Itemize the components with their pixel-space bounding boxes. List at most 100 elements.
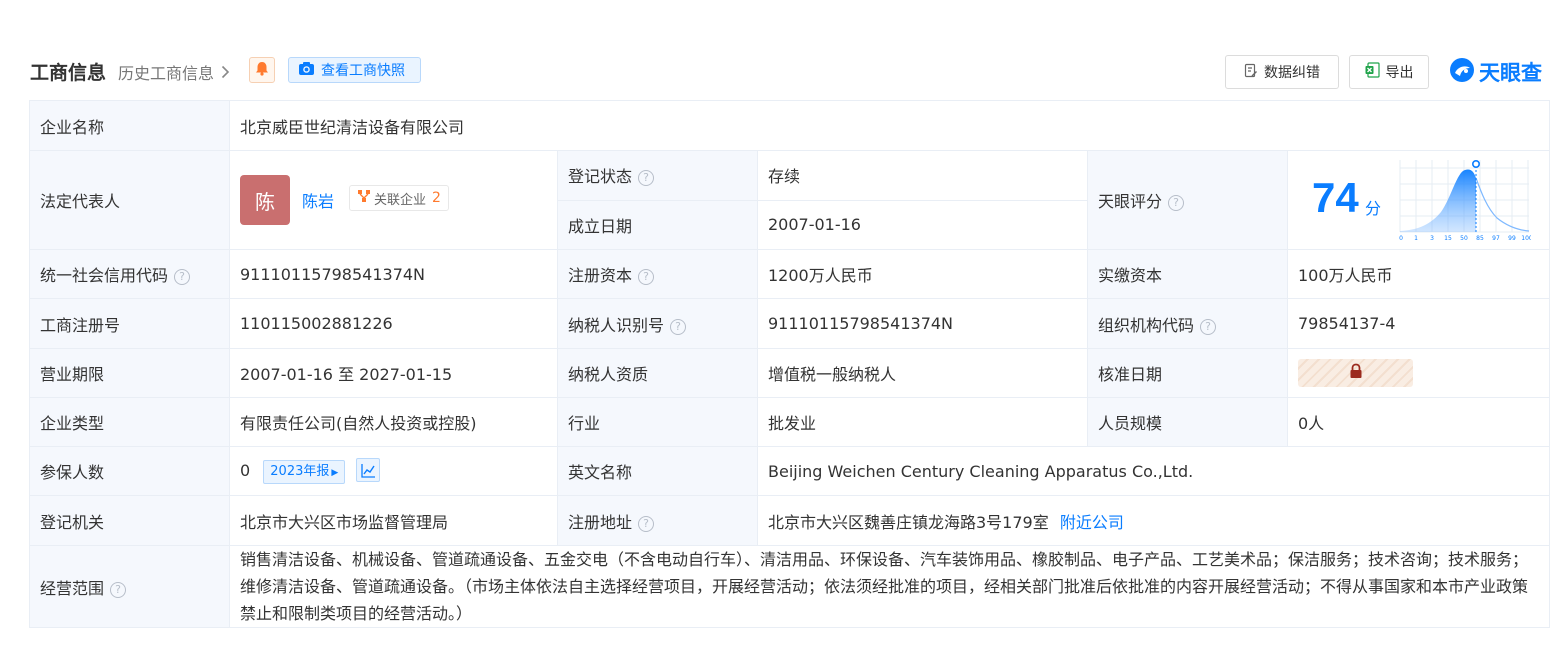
axis-tick: 15 <box>1444 235 1452 242</box>
data-correct-label: 数据纠错 <box>1264 65 1320 81</box>
help-icon[interactable]: ? <box>638 269 655 285</box>
table-row: 参保人数 0 2023年报 ▶ 英文名称 Beijing Weichen Cent… <box>29 446 1551 496</box>
score-distribution-chart: 0 1 3 15 50 85 97 99 100 <box>1399 159 1531 242</box>
export-button[interactable]: 导出 <box>1349 55 1429 89</box>
insured-value: 0 <box>240 461 251 480</box>
term-value: 2007-01-16 至 2027-01-15 <box>229 348 558 398</box>
scope-label: 经营范围? <box>29 545 230 628</box>
caret-right-icon: ▶ <box>331 468 339 478</box>
history-link-label: 历史工商信息 <box>118 64 215 83</box>
insured-label: 参保人数 <box>29 446 230 496</box>
industry-label: 行业 <box>557 397 758 447</box>
taxpayer-id-value: 91110115798541374N <box>757 298 1088 349</box>
legal-rep-cell: 陈 陈岩 关联企业 2 <box>229 150 558 250</box>
found-date-value: 2007-01-16 <box>757 199 1088 250</box>
address-label: 注册地址? <box>557 495 758 546</box>
table-row: 工商注册号 110115002881226 纳税人识别号? 9111011579… <box>29 298 1551 349</box>
score-value: 74 <box>1312 174 1359 221</box>
follow-bell-button[interactable] <box>249 57 275 83</box>
axis-tick: 50 <box>1460 235 1468 242</box>
staff-label: 人员规模 <box>1087 397 1288 447</box>
org-code-label-text: 组织机构代码 <box>1098 315 1195 335</box>
company-name-value: 北京威臣世纪清洁设备有限公司 <box>228 100 1551 151</box>
nearby-companies-link[interactable]: 附近公司 <box>1060 513 1124 532</box>
industry-value: 批发业 <box>757 397 1088 447</box>
section-header: 工商信息 历史工商信息 查看工商快照 数据纠错 导出 天眼查 <box>0 0 1551 100</box>
help-icon[interactable]: ? <box>110 581 127 598</box>
annual-report-label: 2023年报 <box>270 464 330 479</box>
related-count: 2 <box>432 190 441 206</box>
camera-icon <box>298 61 315 80</box>
staff-value: 0人 <box>1286 397 1551 447</box>
help-icon[interactable]: ? <box>638 515 655 532</box>
network-icon <box>357 189 371 207</box>
table-row: 统一社会信用代码? 91110115798541374N 注册资本? 1200万… <box>29 249 1551 299</box>
status-value: 存续 <box>757 150 1088 201</box>
help-icon[interactable]: ? <box>638 170 655 187</box>
type-value: 有限责任公司(自然人投资或控股) <box>229 397 558 447</box>
scope-value: 销售清洁设备、机械设备、管道疏通设备、五金交电（不含电动自行车）、清洁用品、环保… <box>228 545 1551 628</box>
table-row: 企业类型 有限责任公司(自然人投资或控股) 行业 批发业 人员规模 0人 <box>29 397 1551 447</box>
trend-chart-button[interactable] <box>356 458 381 482</box>
axis-tick: 85 <box>1476 235 1484 242</box>
taxpayer-id-label: 纳税人识别号? <box>557 298 758 349</box>
credit-code-label-text: 统一社会信用代码 <box>40 266 169 285</box>
address-value: 北京市大兴区魏善庄镇龙海路3号179室 <box>768 512 1049 532</box>
locked-value[interactable] <box>1298 359 1413 387</box>
found-date-label: 成立日期 <box>557 199 758 250</box>
reg-no-label: 工商注册号 <box>29 298 230 349</box>
taxpayer-id-label-text: 纳税人识别号 <box>568 315 665 335</box>
authority-value: 北京市大兴区市场监督管理局 <box>229 495 558 546</box>
help-icon[interactable]: ? <box>1200 318 1217 335</box>
org-code-label: 组织机构代码? <box>1087 298 1288 349</box>
data-correct-button[interactable]: 数据纠错 <box>1225 55 1339 89</box>
axis-tick: 1 <box>1414 235 1418 242</box>
reg-capital-value: 1200万人民币 <box>757 249 1088 299</box>
section-title: 工商信息 <box>30 62 107 84</box>
edit-doc-icon <box>1244 63 1258 82</box>
snapshot-label: 查看工商快照 <box>321 63 405 79</box>
axis-tick: 100 <box>1521 235 1531 242</box>
address-label-text: 注册地址 <box>568 512 633 532</box>
table-row: 经营范围? 销售清洁设备、机械设备、管道疏通设备、五金交电（不含电动自行车）、清… <box>29 545 1551 628</box>
reg-capital-label: 注册资本? <box>557 249 758 299</box>
snapshot-button[interactable]: 查看工商快照 <box>288 57 421 83</box>
english-name-label: 英文名称 <box>557 446 758 496</box>
logo-mark-icon <box>1449 57 1475 88</box>
reg-no-value: 110115002881226 <box>229 298 558 349</box>
paid-capital-label: 实缴资本 <box>1087 249 1288 299</box>
address-cell: 北京市大兴区魏善庄镇龙海路3号179室 附近公司 <box>756 495 1551 546</box>
excel-icon <box>1365 62 1380 82</box>
axis-tick: 97 <box>1492 235 1500 242</box>
english-name-value: Beijing Weichen Century Cleaning Apparat… <box>756 446 1551 496</box>
company-name-label: 企业名称 <box>29 100 230 151</box>
help-icon[interactable]: ? <box>1168 195 1185 211</box>
logo-text: 天眼查 <box>1479 61 1542 85</box>
chevron-right-icon <box>221 64 230 83</box>
avatar[interactable]: 陈 <box>240 175 290 225</box>
score-label: 天眼评分? <box>1087 150 1288 250</box>
scope-label-text: 经营范围 <box>40 578 105 598</box>
score-unit: 分 <box>1365 199 1382 218</box>
reg-capital-label-text: 注册资本 <box>568 266 633 285</box>
legal-rep-name[interactable]: 陈岩 <box>302 188 334 212</box>
table-row: 法定代表人 陈 陈岩 关联企业 2 登记状态? 存续 天眼评分? 74 分 0 … <box>29 150 1551 250</box>
score-cell[interactable]: 74 分 0 1 3 15 50 85 97 99 100 <box>1286 150 1551 250</box>
history-link[interactable]: 历史工商信息 <box>118 60 230 84</box>
help-icon[interactable]: ? <box>174 269 191 285</box>
credit-code-label: 统一社会信用代码? <box>29 249 230 299</box>
taxpayer-qual-value: 增值税一般纳税人 <box>757 348 1088 398</box>
taxpayer-qual-label: 纳税人资质 <box>557 348 758 398</box>
annual-report-button[interactable]: 2023年报 ▶ <box>263 460 346 484</box>
legal-rep-label: 法定代表人 <box>29 150 230 250</box>
table-row: 企业名称 北京威臣世纪清洁设备有限公司 <box>29 100 1551 151</box>
approve-date-label: 核准日期 <box>1087 348 1288 398</box>
paid-capital-value: 100万人民币 <box>1286 249 1551 299</box>
tianyancha-logo: 天眼查 <box>1449 57 1542 88</box>
axis-tick: 99 <box>1508 235 1516 242</box>
help-icon[interactable]: ? <box>670 318 687 335</box>
table-row: 营业期限 2007-01-16 至 2027-01-15 纳税人资质 增值税一般… <box>29 348 1551 398</box>
related-companies-button[interactable]: 关联企业 2 <box>349 185 449 211</box>
approve-date-value <box>1286 348 1551 398</box>
org-code-value: 79854137-4 <box>1286 298 1551 349</box>
